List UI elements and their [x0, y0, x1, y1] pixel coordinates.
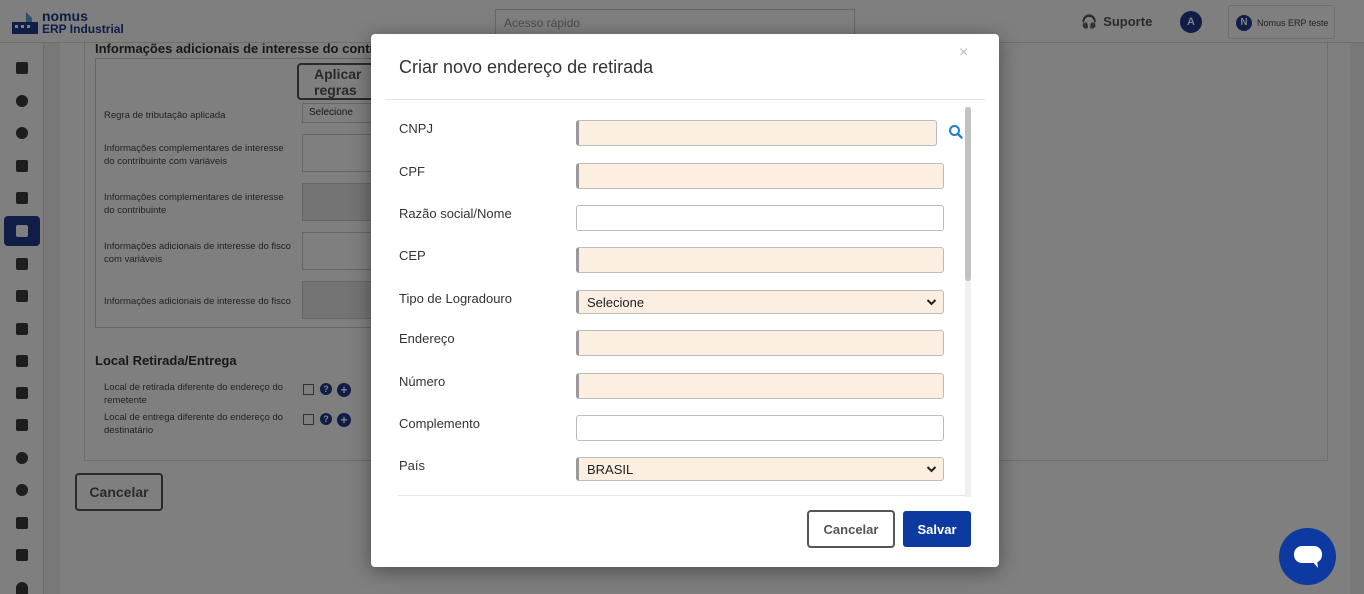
cnpj-label: CNPJ — [399, 121, 433, 136]
street-type-label: Tipo de Logradouro — [399, 291, 512, 306]
address-label: Endereço — [399, 331, 455, 346]
dialog-form: CNPJ CPF Razão social/Nome CEP Tipo de L… — [385, 106, 971, 496]
cep-label: CEP — [399, 248, 426, 263]
save-button[interactable]: Salvar — [903, 511, 971, 547]
chevron-down-icon — [926, 466, 937, 473]
cep-input[interactable] — [576, 247, 944, 273]
country-label: País — [399, 458, 426, 473]
number-label: Número — [399, 374, 446, 389]
country-select[interactable]: BRASIL — [576, 457, 944, 481]
number-input[interactable] — [576, 373, 944, 399]
dialog-scrollbar[interactable] — [965, 107, 971, 497]
form-bottom-divider — [398, 495, 971, 496]
chat-widget-button[interactable] — [1279, 528, 1336, 585]
street-type-value: Selecione — [587, 294, 645, 310]
header-divider — [385, 99, 985, 100]
cpf-input[interactable] — [576, 163, 944, 189]
street-type-select[interactable]: Selecione — [576, 290, 944, 314]
search-icon[interactable] — [947, 123, 965, 141]
chevron-down-icon — [926, 299, 937, 306]
company-name-label: Razão social/Nome — [399, 206, 512, 221]
complement-label: Complemento — [399, 416, 480, 431]
scrollbar-thumb[interactable] — [965, 107, 971, 281]
cancel-button[interactable]: Cancelar — [807, 510, 895, 548]
cnpj-input[interactable] — [576, 120, 937, 146]
close-icon[interactable]: × — [959, 44, 968, 62]
create-pickup-address-dialog: Criar novo endereço de retirada × CNPJ C… — [371, 34, 999, 567]
country-value: BRASIL — [587, 461, 634, 477]
complement-input[interactable] — [576, 415, 944, 441]
chat-bubble-icon — [1293, 545, 1322, 568]
cpf-label: CPF — [399, 164, 425, 179]
dialog-title: Criar novo endereço de retirada — [399, 57, 654, 77]
address-input[interactable] — [576, 330, 944, 356]
company-name-input[interactable] — [576, 205, 944, 231]
